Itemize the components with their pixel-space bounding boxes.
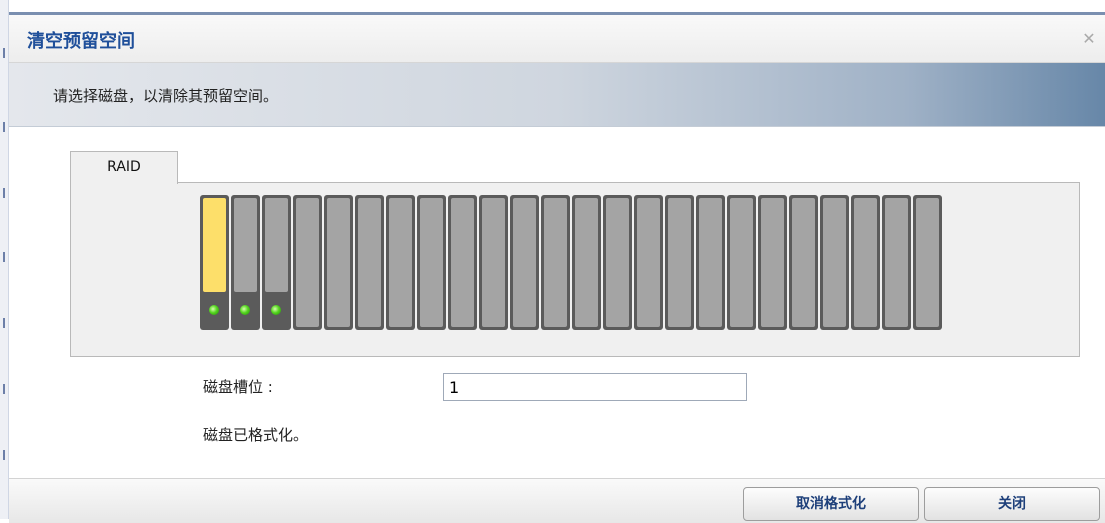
disk-slot-face — [823, 198, 846, 327]
edge-mark — [3, 318, 5, 328]
disk-slot-face — [265, 198, 288, 292]
close-icon[interactable]: ✕ — [1081, 31, 1097, 47]
disk-slot-face — [451, 198, 474, 327]
disk-slot-face — [544, 198, 567, 327]
disk-slot-16[interactable] — [665, 195, 694, 330]
disk-slot-face — [327, 198, 350, 327]
edge-mark — [3, 188, 5, 198]
disk-slot-9[interactable] — [448, 195, 477, 330]
disk-slot-13[interactable] — [572, 195, 601, 330]
disk-slot-24[interactable] — [913, 195, 942, 330]
disk-slot-7[interactable] — [386, 195, 415, 330]
disk-slot-3[interactable] — [262, 195, 291, 330]
disk-status-led-icon — [271, 305, 281, 315]
disk-status-led-icon — [209, 305, 219, 315]
clear-reserved-space-dialog: 清空预留空间 ✕ 请选择磁盘，以清除其预留空间。 RAID 磁盘槽位 : 磁盘已… — [9, 12, 1105, 523]
disk-slot-face — [916, 198, 939, 327]
disk-slot-face — [854, 198, 877, 327]
dialog-title: 清空预留空间 — [27, 31, 135, 52]
disk-status-text: 磁盘已格式化。 — [203, 426, 309, 444]
disk-slot-label: 磁盘槽位 : — [203, 378, 273, 396]
disk-slot-input[interactable] — [443, 373, 747, 401]
edge-mark — [3, 122, 5, 132]
disk-slot-face — [203, 198, 226, 292]
disk-slot-face — [358, 198, 381, 327]
disk-slot-face — [296, 198, 319, 327]
page-edge — [0, 0, 9, 519]
instruction-text: 请选择磁盘，以清除其预留空间。 — [53, 87, 279, 105]
disk-slot-face — [513, 198, 536, 327]
disk-slot-face — [668, 198, 691, 327]
disk-slot-18[interactable] — [727, 195, 756, 330]
disk-slot-face — [575, 198, 598, 327]
disk-slot-20[interactable] — [789, 195, 818, 330]
disk-slot-19[interactable] — [758, 195, 787, 330]
instruction-banner: 请选择磁盘，以清除其预留空间。 — [9, 63, 1105, 127]
close-button[interactable]: 关闭 — [924, 487, 1100, 521]
edge-mark — [3, 48, 5, 58]
disk-slot-face — [606, 198, 629, 327]
cancel-format-button[interactable]: 取消格式化 — [743, 487, 919, 521]
disk-map-panel — [70, 182, 1080, 357]
disk-slot-face — [885, 198, 908, 327]
disk-slot-face — [699, 198, 722, 327]
tab-raid-label: RAID — [107, 159, 141, 175]
edge-mark — [3, 450, 5, 460]
disk-slot-face — [637, 198, 660, 327]
edge-mark — [3, 384, 5, 394]
edge-mark — [3, 252, 5, 262]
disk-slot-21[interactable] — [820, 195, 849, 330]
disk-slot-5[interactable] — [324, 195, 353, 330]
disk-slot-face — [234, 198, 257, 292]
disk-slot-face — [730, 198, 753, 327]
disk-slot-face — [792, 198, 815, 327]
disk-slot-15[interactable] — [634, 195, 663, 330]
disk-slot-face — [389, 198, 412, 327]
disk-slot-face — [482, 198, 505, 327]
dialog-footer: 取消格式化 关闭 — [9, 478, 1105, 523]
disk-slot-face — [761, 198, 784, 327]
disk-slot-22[interactable] — [851, 195, 880, 330]
tab-raid[interactable]: RAID — [70, 151, 178, 184]
disk-slot-14[interactable] — [603, 195, 632, 330]
disk-slot-8[interactable] — [417, 195, 446, 330]
disk-status-led-icon — [240, 305, 250, 315]
disk-slot-6[interactable] — [355, 195, 384, 330]
disk-slot-11[interactable] — [510, 195, 539, 330]
dialog-title-bar[interactable]: 清空预留空间 ✕ — [9, 15, 1105, 63]
disk-slot-10[interactable] — [479, 195, 508, 330]
disk-slot-23[interactable] — [882, 195, 911, 330]
disk-slot-face — [420, 198, 443, 327]
disk-slot-17[interactable] — [696, 195, 725, 330]
disk-slot-4[interactable] — [293, 195, 322, 330]
disk-slot-1[interactable] — [200, 195, 229, 330]
disk-slot-2[interactable] — [231, 195, 260, 330]
disk-slot-12[interactable] — [541, 195, 570, 330]
